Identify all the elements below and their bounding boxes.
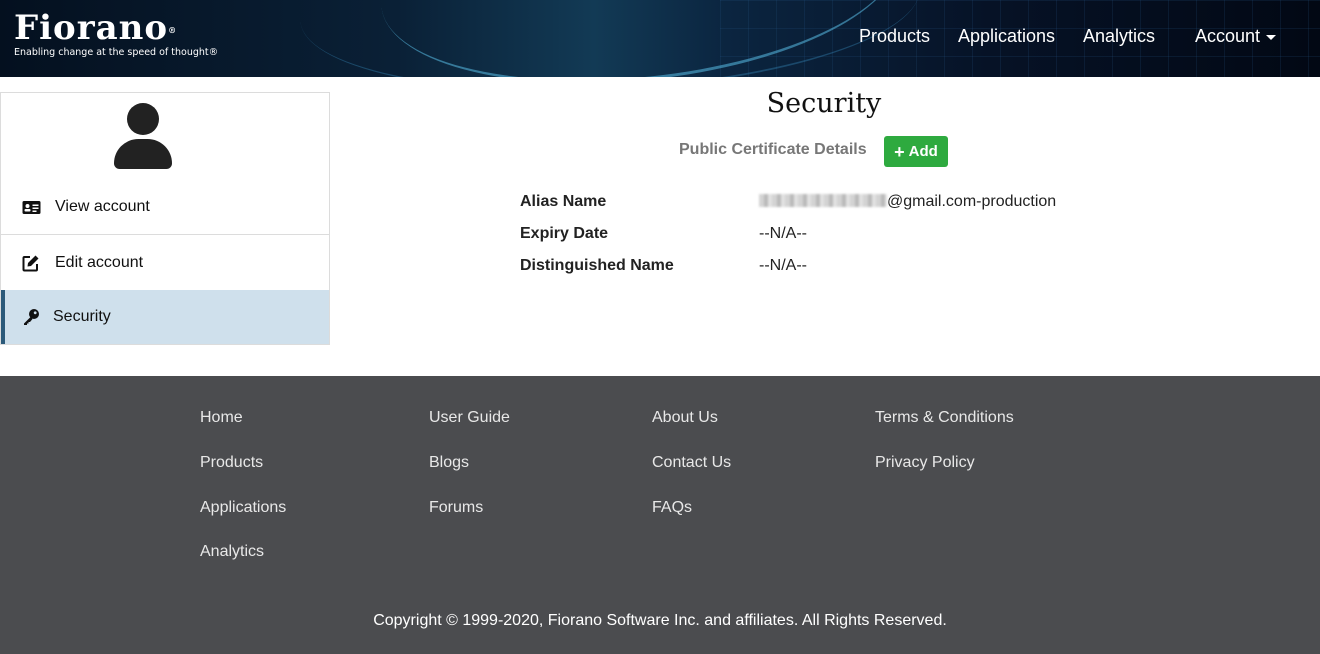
footer-link-user-guide[interactable]: User Guide xyxy=(429,409,510,427)
add-certificate-button[interactable]: + Add xyxy=(884,136,948,167)
footer-link-privacy[interactable]: Privacy Policy xyxy=(875,454,975,472)
footer-link-home[interactable]: Home xyxy=(200,409,243,427)
section-label: Public Certificate Details xyxy=(679,141,867,158)
page-title: Security xyxy=(766,88,882,119)
alias-name-label: Alias Name xyxy=(520,193,607,210)
plus-icon: + xyxy=(894,141,905,162)
distinguished-name-label: Distinguished Name xyxy=(520,257,674,274)
logo-registered-mark: ® xyxy=(168,25,178,35)
key-icon xyxy=(21,307,41,327)
add-button-label: Add xyxy=(908,143,938,160)
account-sidebar: View account Edit account Security xyxy=(0,92,330,345)
alias-name-suffix: @gmail.com-production xyxy=(887,193,1057,210)
logo-wordmark: Fiorano xyxy=(14,8,169,48)
footer-link-faqs[interactable]: FAQs xyxy=(652,499,692,517)
expiry-date-label: Expiry Date xyxy=(520,225,609,242)
logo-tagline: Enabling change at the speed of thought® xyxy=(14,47,219,58)
distinguished-name-value: --N/A-- xyxy=(759,257,807,274)
caret-down-icon xyxy=(1266,34,1277,40)
redacted-text xyxy=(759,194,887,207)
footer-link-blogs[interactable]: Blogs xyxy=(429,454,469,472)
id-card-icon xyxy=(21,197,41,217)
nav-analytics[interactable]: Analytics xyxy=(1083,24,1155,48)
sidebar-item-edit-account[interactable]: Edit account xyxy=(1,236,329,291)
site-footer: Home Products Applications Analytics Use… xyxy=(0,376,1320,654)
sidebar-item-view-account[interactable]: View account xyxy=(1,180,329,235)
user-avatar-icon xyxy=(114,103,172,169)
footer-link-terms[interactable]: Terms & Conditions xyxy=(875,409,1014,427)
alias-name-value: @gmail.com-production xyxy=(759,193,1056,211)
footer-link-products[interactable]: Products xyxy=(200,454,263,472)
sidebar-item-label: Security xyxy=(53,308,111,325)
nav-applications[interactable]: Applications xyxy=(958,24,1055,48)
expiry-date-value: --N/A-- xyxy=(759,225,807,242)
nav-account-label: Account xyxy=(1195,26,1261,46)
edit-icon xyxy=(21,253,41,273)
site-header: Fiorano® Enabling change at the speed of… xyxy=(0,0,1320,77)
copyright-text: Copyright © 1999-2020, Fiorano Software … xyxy=(373,612,947,629)
footer-link-forums[interactable]: Forums xyxy=(429,499,483,517)
sidebar-item-security[interactable]: Security xyxy=(1,290,329,344)
nav-products[interactable]: Products xyxy=(859,24,930,48)
footer-link-applications[interactable]: Applications xyxy=(200,499,286,517)
sidebar-item-label: View account xyxy=(55,198,150,215)
footer-link-analytics[interactable]: Analytics xyxy=(200,543,264,561)
sidebar-item-label: Edit account xyxy=(55,254,144,271)
footer-link-about-us[interactable]: About Us xyxy=(652,409,718,427)
fiorano-logo[interactable]: Fiorano® Enabling change at the speed of… xyxy=(14,10,218,58)
footer-link-contact-us[interactable]: Contact Us xyxy=(652,454,731,472)
nav-account[interactable]: Account xyxy=(1195,24,1277,48)
